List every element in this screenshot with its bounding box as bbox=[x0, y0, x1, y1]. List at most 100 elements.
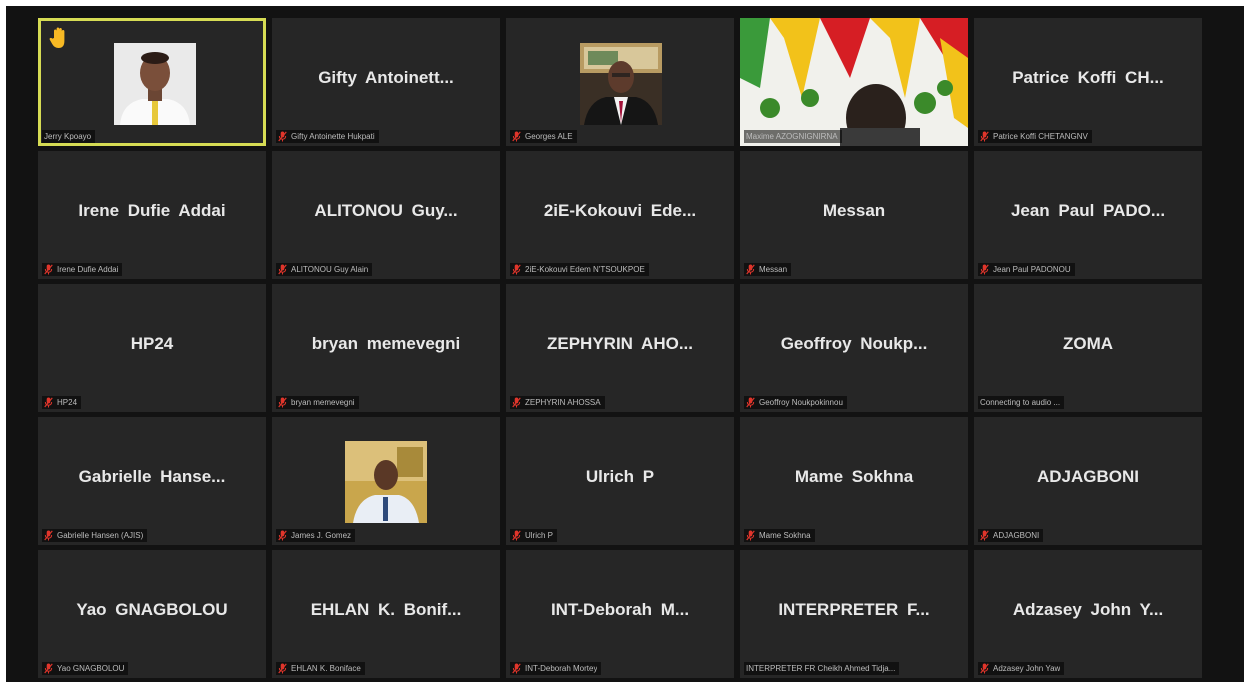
microphone-muted-icon bbox=[512, 130, 521, 141]
participant-tile[interactable]: INTERPRETER F... INTERPRETER FR Cheikh Ah… bbox=[740, 550, 968, 678]
participant-video-feed bbox=[740, 18, 968, 146]
participant-tile[interactable]: James J. Gomez bbox=[272, 417, 500, 545]
participant-tile[interactable]: Yao GNAGBOLOU Yao GNAGBOLOU bbox=[38, 550, 266, 678]
participant-tile[interactable]: Jean Paul PADO... Jean Paul PADONOU bbox=[974, 151, 1202, 279]
participant-display-name: ZEPHYRIN AHO... bbox=[547, 334, 693, 353]
participant-tile[interactable]: ZOMA Connecting to audio ... bbox=[974, 284, 1202, 412]
participant-tile[interactable]: bryan memevegni bryan memevegni bbox=[272, 284, 500, 412]
participant-name-caption: Jerry Kpoayo bbox=[42, 129, 262, 143]
participant-display-name: Gabrielle Hanse... bbox=[78, 467, 226, 486]
participant-name-caption: Yao GNAGBOLOU bbox=[42, 661, 262, 675]
participant-tile[interactable]: Maxime AZOGNIGNIRNA bbox=[740, 18, 968, 146]
participant-tile[interactable]: ADJAGBONI ADJAGBONI bbox=[974, 417, 1202, 545]
participant-tile[interactable]: Adzasey John Y... Adzasey John Yaw bbox=[974, 550, 1202, 678]
participant-avatar-photo bbox=[580, 43, 662, 125]
participant-caption-text: 2iE-Kokouvi Edem N'TSOUKPOE bbox=[525, 264, 645, 274]
participant-name-caption: Jean Paul PADONOU bbox=[978, 262, 1198, 276]
participant-display-name: Adzasey John Y... bbox=[1012, 600, 1164, 619]
microphone-muted-icon bbox=[512, 263, 521, 274]
participant-name-caption: Adzasey John Yaw bbox=[978, 661, 1198, 675]
participant-name-caption: Patrice Koffi CHETANGNV bbox=[978, 129, 1198, 143]
participant-tile[interactable]: Jerry Kpoayo bbox=[38, 18, 266, 146]
participant-display-name: INT-Deborah M... bbox=[550, 600, 690, 619]
participant-display-name: Mame Sokhna bbox=[794, 467, 914, 486]
participant-display-name: ZOMA bbox=[1062, 334, 1114, 353]
microphone-muted-icon bbox=[980, 529, 989, 540]
microphone-muted-icon bbox=[44, 263, 53, 274]
microphone-muted-icon bbox=[44, 662, 53, 673]
participant-caption-text: ALITONOU Guy Alain bbox=[291, 264, 369, 274]
participant-name-caption: bryan memevegni bbox=[276, 395, 496, 409]
participant-name-caption: ALITONOU Guy Alain bbox=[276, 262, 496, 276]
microphone-muted-icon bbox=[980, 130, 989, 141]
participant-avatar-photo bbox=[345, 441, 427, 523]
participant-name-caption: Georges ALE bbox=[510, 129, 730, 143]
participant-caption-text: INT-Deborah Mortey bbox=[525, 663, 598, 673]
participant-tile[interactable]: Gabrielle Hanse... Gabrielle Hansen (AJIS… bbox=[38, 417, 266, 545]
participant-name-caption: 2iE-Kokouvi Edem N'TSOUKPOE bbox=[510, 262, 730, 276]
participant-display-name: Gifty Antoinett... bbox=[318, 68, 454, 87]
participant-name-caption: Gifty Antoinette Hukpati bbox=[276, 129, 496, 143]
participant-name-caption: Connecting to audio ... bbox=[978, 395, 1198, 409]
microphone-muted-icon bbox=[980, 662, 989, 673]
participant-caption-text: Messan bbox=[759, 264, 788, 274]
participant-caption-text: EHLAN K. Boniface bbox=[291, 663, 361, 673]
participant-name-caption: James J. Gomez bbox=[276, 528, 496, 542]
participant-caption-text: Georges ALE bbox=[525, 131, 573, 141]
participant-display-name: EHLAN K. Bonif... bbox=[310, 600, 462, 619]
participant-caption-text: Patrice Koffi CHETANGNV bbox=[993, 131, 1088, 141]
participant-tile[interactable]: EHLAN K. Bonif... EHLAN K. Boniface bbox=[272, 550, 500, 678]
participant-caption-text: ADJAGBONI bbox=[993, 530, 1040, 540]
participant-display-name: ALITONOU Guy... bbox=[314, 201, 458, 220]
participant-display-name: HP24 bbox=[130, 334, 174, 353]
participant-display-name: Geoffroy Noukp... bbox=[780, 334, 928, 353]
microphone-muted-icon bbox=[746, 263, 755, 274]
participant-display-name: Irene Dufie Addai bbox=[78, 201, 226, 220]
participant-caption-text: Irene Dufie Addai bbox=[57, 264, 119, 274]
participant-caption-text: Adzasey John Yaw bbox=[993, 663, 1061, 673]
participant-name-caption: INTERPRETER FR Cheikh Ahmed Tidja... bbox=[744, 661, 964, 675]
participant-tile[interactable]: INT-Deborah M... INT-Deborah Mortey bbox=[506, 550, 734, 678]
participant-tile[interactable]: Mame Sokhna Mame Sokhna bbox=[740, 417, 968, 545]
participant-caption-text: Ulrich P bbox=[525, 530, 554, 540]
participant-tile[interactable]: Patrice Koffi CH... Patrice Koffi CHETANG… bbox=[974, 18, 1202, 146]
participant-tile[interactable]: Geoffroy Noukp... Geoffroy Noukpokinnou bbox=[740, 284, 968, 412]
participant-caption-text: Yao GNAGBOLOU bbox=[57, 663, 125, 673]
participant-name-caption: EHLAN K. Boniface bbox=[276, 661, 496, 675]
participant-display-name: 2iE-Kokouvi Ede... bbox=[543, 201, 697, 220]
participant-tile[interactable]: Gifty Antoinett... Gifty Antoinette Hukpa… bbox=[272, 18, 500, 146]
microphone-muted-icon bbox=[512, 529, 521, 540]
participant-name-caption: Messan bbox=[744, 262, 964, 276]
microphone-muted-icon bbox=[746, 396, 755, 407]
participant-name-caption: HP24 bbox=[42, 395, 262, 409]
participant-tile[interactable]: Irene Dufie Addai Irene Dufie Addai bbox=[38, 151, 266, 279]
participant-name-caption: Ulrich P bbox=[510, 528, 730, 542]
participant-name-caption: Maxime AZOGNIGNIRNA bbox=[744, 129, 964, 143]
participant-caption-text: ZEPHYRIN AHOSSA bbox=[525, 397, 601, 407]
participant-caption-text: Geoffroy Noukpokinnou bbox=[759, 397, 843, 407]
participant-caption-text: HP24 bbox=[57, 397, 78, 407]
participant-display-name: Jean Paul PADO... bbox=[1010, 201, 1166, 220]
participant-tile[interactable]: Georges ALE bbox=[506, 18, 734, 146]
participant-tile[interactable]: 2iE-Kokouvi Ede... 2iE-Kokouvi Edem N'TSO… bbox=[506, 151, 734, 279]
microphone-muted-icon bbox=[512, 662, 521, 673]
participant-display-name: Patrice Koffi CH... bbox=[1012, 68, 1164, 87]
microphone-muted-icon bbox=[278, 130, 287, 141]
participant-name-caption: Geoffroy Noukpokinnou bbox=[744, 395, 964, 409]
participant-avatar-photo bbox=[114, 43, 196, 125]
participant-name-caption: Irene Dufie Addai bbox=[42, 262, 262, 276]
microphone-muted-icon bbox=[512, 396, 521, 407]
participant-tile[interactable]: Messan Messan bbox=[740, 151, 968, 279]
microphone-muted-icon bbox=[278, 396, 287, 407]
participant-caption-text: Jerry Kpoayo bbox=[44, 131, 92, 141]
participant-display-name: ADJAGBONI bbox=[1036, 467, 1139, 486]
participant-tile[interactable]: ZEPHYRIN AHO... ZEPHYRIN AHOSSA bbox=[506, 284, 734, 412]
participant-name-caption: INT-Deborah Mortey bbox=[510, 661, 730, 675]
meeting-window: Jerry Kpoayo Gifty Antoinett... Gifty Anto… bbox=[6, 6, 1244, 682]
participant-tile[interactable]: Ulrich P Ulrich P bbox=[506, 417, 734, 545]
gallery-view-grid: Jerry Kpoayo Gifty Antoinett... Gifty Anto… bbox=[38, 18, 1202, 682]
participant-tile[interactable]: ALITONOU Guy... ALITONOU Guy Alain bbox=[272, 151, 500, 279]
microphone-muted-icon bbox=[278, 662, 287, 673]
participant-caption-text: Jean Paul PADONOU bbox=[993, 264, 1071, 274]
participant-tile[interactable]: HP24 HP24 bbox=[38, 284, 266, 412]
